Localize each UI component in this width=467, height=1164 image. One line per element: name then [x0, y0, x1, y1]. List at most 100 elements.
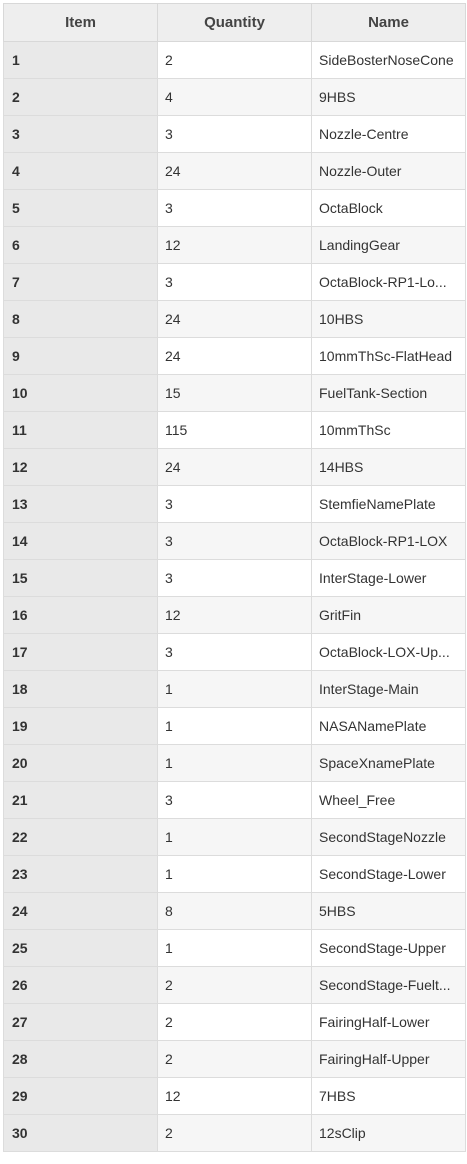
- item-number-cell: 28: [3, 1040, 158, 1078]
- part-name-cell: InterStage-Lower: [311, 559, 466, 597]
- column-header-quantity[interactable]: Quantity: [157, 3, 312, 42]
- item-number-cell: 13: [3, 485, 158, 523]
- quantity-cell: 3: [157, 559, 312, 597]
- table-row[interactable]: 11 115 10mmThSc: [3, 411, 466, 449]
- item-number-cell: 26: [3, 966, 158, 1004]
- part-name-cell: Wheel_Free: [311, 781, 466, 819]
- table-body: 1 2 SideBosterNoseCone 2 4 9HBS 3 3 Nozzle-Centr…: [3, 41, 466, 1152]
- table-row[interactable]: 13 3 StemfieNamePlate: [3, 485, 466, 523]
- part-name-cell: SecondStage-Upper: [311, 929, 466, 967]
- item-number-cell: 18: [3, 670, 158, 708]
- table-row[interactable]: 9 24 10mmThSc-FlatHead: [3, 337, 466, 375]
- table-row[interactable]: 4 24 Nozzle-Outer: [3, 152, 466, 190]
- item-number-cell: 1: [3, 41, 158, 79]
- quantity-cell: 1: [157, 929, 312, 967]
- table-row[interactable]: 19 1 NASANamePlate: [3, 707, 466, 745]
- part-name-cell: 14HBS: [311, 448, 466, 486]
- quantity-cell: 3: [157, 485, 312, 523]
- table-row[interactable]: 6 12 LandingGear: [3, 226, 466, 264]
- item-number-cell: 19: [3, 707, 158, 745]
- part-name-cell: InterStage-Main: [311, 670, 466, 708]
- table-row[interactable]: 5 3 OctaBlock: [3, 189, 466, 227]
- quantity-cell: 2: [157, 1114, 312, 1152]
- item-number-cell: 30: [3, 1114, 158, 1152]
- item-number-cell: 14: [3, 522, 158, 560]
- table-row[interactable]: 17 3 OctaBlock-LOX-Up...: [3, 633, 466, 671]
- table-row[interactable]: 21 3 Wheel_Free: [3, 781, 466, 819]
- table-row[interactable]: 20 1 SpaceXnamePlate: [3, 744, 466, 782]
- column-header-item[interactable]: Item: [3, 3, 158, 42]
- item-number-cell: 23: [3, 855, 158, 893]
- table-header: Item Quantity Name: [3, 3, 466, 42]
- quantity-cell: 2: [157, 1003, 312, 1041]
- table-row[interactable]: 18 1 InterStage-Main: [3, 670, 466, 708]
- quantity-cell: 1: [157, 855, 312, 893]
- table-row[interactable]: 24 8 5HBS: [3, 892, 466, 930]
- table-row[interactable]: 22 1 SecondStageNozzle: [3, 818, 466, 856]
- part-name-cell: OctaBlock-RP1-Lo...: [311, 263, 466, 301]
- part-name-cell: Nozzle-Centre: [311, 115, 466, 153]
- item-number-cell: 17: [3, 633, 158, 671]
- quantity-cell: 3: [157, 263, 312, 301]
- table-row[interactable]: 16 12 GritFin: [3, 596, 466, 634]
- part-name-cell: FairingHalf-Upper: [311, 1040, 466, 1078]
- quantity-cell: 115: [157, 411, 312, 449]
- part-name-cell: NASANamePlate: [311, 707, 466, 745]
- part-name-cell: OctaBlock-LOX-Up...: [311, 633, 466, 671]
- item-number-cell: 8: [3, 300, 158, 338]
- quantity-cell: 1: [157, 744, 312, 782]
- item-number-cell: 4: [3, 152, 158, 190]
- part-name-cell: SideBosterNoseCone: [311, 41, 466, 79]
- part-name-cell: LandingGear: [311, 226, 466, 264]
- header-row: Item Quantity Name: [3, 3, 466, 42]
- table-row[interactable]: 3 3 Nozzle-Centre: [3, 115, 466, 153]
- item-number-cell: 2: [3, 78, 158, 116]
- quantity-cell: 3: [157, 115, 312, 153]
- item-number-cell: 10: [3, 374, 158, 412]
- table-row[interactable]: 28 2 FairingHalf-Upper: [3, 1040, 466, 1078]
- table-row[interactable]: 23 1 SecondStage-Lower: [3, 855, 466, 893]
- quantity-cell: 8: [157, 892, 312, 930]
- part-name-cell: FuelTank-Section: [311, 374, 466, 412]
- quantity-cell: 3: [157, 633, 312, 671]
- table-row[interactable]: 2 4 9HBS: [3, 78, 466, 116]
- item-number-cell: 27: [3, 1003, 158, 1041]
- item-number-cell: 22: [3, 818, 158, 856]
- table-row[interactable]: 10 15 FuelTank-Section: [3, 374, 466, 412]
- table-row[interactable]: 12 24 14HBS: [3, 448, 466, 486]
- table-row[interactable]: 30 2 12sClip: [3, 1114, 466, 1152]
- table-row[interactable]: 1 2 SideBosterNoseCone: [3, 41, 466, 79]
- table-row[interactable]: 27 2 FairingHalf-Lower: [3, 1003, 466, 1041]
- quantity-cell: 4: [157, 78, 312, 116]
- item-number-cell: 24: [3, 892, 158, 930]
- quantity-cell: 3: [157, 781, 312, 819]
- item-number-cell: 15: [3, 559, 158, 597]
- column-header-name[interactable]: Name: [311, 3, 466, 42]
- part-name-cell: SpaceXnamePlate: [311, 744, 466, 782]
- table-row[interactable]: 26 2 SecondStage-Fuelt...: [3, 966, 466, 1004]
- part-name-cell: OctaBlock-RP1-LOX: [311, 522, 466, 560]
- table-row[interactable]: 7 3 OctaBlock-RP1-Lo...: [3, 263, 466, 301]
- table-row[interactable]: 29 12 7HBS: [3, 1077, 466, 1115]
- table-row[interactable]: 8 24 10HBS: [3, 300, 466, 338]
- quantity-cell: 24: [157, 448, 312, 486]
- quantity-cell: 3: [157, 189, 312, 227]
- table-row[interactable]: 25 1 SecondStage-Upper: [3, 929, 466, 967]
- quantity-cell: 1: [157, 707, 312, 745]
- item-number-cell: 5: [3, 189, 158, 227]
- quantity-cell: 2: [157, 1040, 312, 1078]
- quantity-cell: 12: [157, 1077, 312, 1115]
- part-name-cell: Nozzle-Outer: [311, 152, 466, 190]
- item-number-cell: 21: [3, 781, 158, 819]
- part-name-cell: 9HBS: [311, 78, 466, 116]
- table-row[interactable]: 14 3 OctaBlock-RP1-LOX: [3, 522, 466, 560]
- item-number-cell: 16: [3, 596, 158, 634]
- item-number-cell: 12: [3, 448, 158, 486]
- item-number-cell: 7: [3, 263, 158, 301]
- item-number-cell: 11: [3, 411, 158, 449]
- item-number-cell: 6: [3, 226, 158, 264]
- table-row[interactable]: 15 3 InterStage-Lower: [3, 559, 466, 597]
- part-name-cell: GritFin: [311, 596, 466, 634]
- part-name-cell: FairingHalf-Lower: [311, 1003, 466, 1041]
- quantity-cell: 2: [157, 966, 312, 1004]
